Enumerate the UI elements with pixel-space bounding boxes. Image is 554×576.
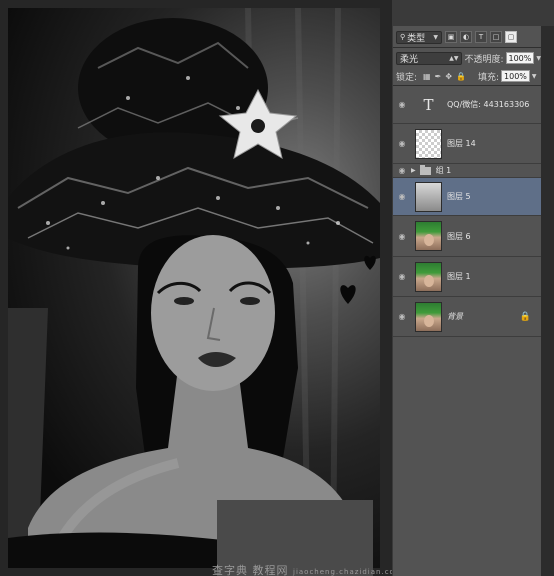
layer-name[interactable]: 组 1 <box>436 165 452 176</box>
type-filter-icon[interactable]: T <box>475 31 487 43</box>
visibility-eye-icon[interactable]: ◉ <box>395 100 409 109</box>
expand-arrow-icon[interactable]: ▶ <box>411 167 416 174</box>
opacity-input[interactable]: 100% <box>505 52 535 64</box>
fill-dropdown-icon[interactable]: ▼ <box>532 73 537 80</box>
panel-header-strip <box>392 0 554 26</box>
fill-label: 填充: <box>477 72 500 83</box>
panel-scroll-strip[interactable] <box>540 26 554 576</box>
opacity-dropdown-icon[interactable]: ▼ <box>536 55 541 62</box>
adjustment-filter-icon[interactable]: ◐ <box>460 31 472 43</box>
shape-filter-icon[interactable]: □ <box>490 31 502 43</box>
visibility-eye-icon[interactable]: ◉ <box>395 272 409 281</box>
layer-filter-row: ⚲ 类型 ▼ ▣ ◐ T □ ▢ <box>393 28 541 46</box>
lock-image-icon[interactable]: ✒ <box>435 72 442 81</box>
layer-row-6[interactable]: ◉ 图层 6 <box>393 216 541 257</box>
lock-position-icon[interactable]: ✥ <box>445 72 452 81</box>
lock-transparent-icon[interactable]: ▦ <box>423 72 431 81</box>
layer-thumbnail <box>415 261 442 292</box>
layer-name[interactable]: 图层 5 <box>447 191 471 202</box>
layer-thumbnail <box>415 181 442 212</box>
filter-kind-label: 类型 <box>407 33 426 44</box>
portrait-artwork <box>8 8 380 568</box>
lock-all-icon[interactable]: 🔒 <box>456 72 466 81</box>
filter-kind-dropdown[interactable]: ⚲ 类型 ▼ <box>396 30 442 44</box>
layer-thumbnail <box>415 301 442 332</box>
layer-row-text[interactable]: ◉ T QQ/微信: 443163306 <box>393 86 541 124</box>
layer-row-background[interactable]: ◉ 背景 🔒 <box>393 297 541 337</box>
chevron-down-icon: ▲▼ <box>449 54 459 62</box>
watermark-site: 查字典 <box>212 564 248 576</box>
layer-thumbnail <box>415 221 442 251</box>
layer-row-5[interactable]: ◉ 图层 5 <box>393 178 541 216</box>
visibility-eye-icon[interactable]: ◉ <box>395 232 409 241</box>
lock-label: 锁定: <box>396 72 418 83</box>
watermark-sub: 教程网 <box>252 564 289 576</box>
layers-panel: ⚲ 类型 ▼ ▣ ◐ T □ ▢ 柔光 ▲▼ 不透明度: 100% ▼ 锁定: … <box>392 26 541 576</box>
chevron-down-icon: ▼ <box>433 33 438 41</box>
layer-name[interactable]: 图层 6 <box>447 231 471 242</box>
watermark-url: jiaocheng.chazidian.com <box>293 568 392 576</box>
visibility-eye-icon[interactable]: ◉ <box>395 192 409 201</box>
layer-name[interactable]: 图层 14 <box>447 138 476 149</box>
layer-row-1[interactable]: ◉ 图层 1 <box>393 257 541 297</box>
watermark: 查字典 教程网 jiaocheng.chazidian.com <box>212 562 392 576</box>
layer-name[interactable]: QQ/微信: 443163306 <box>447 99 529 110</box>
search-icon: ⚲ <box>400 33 406 41</box>
layer-name[interactable]: 图层 1 <box>447 271 471 282</box>
photo-image <box>8 8 380 568</box>
layer-thumbnail <box>415 128 442 159</box>
visibility-eye-icon[interactable]: ◉ <box>395 312 409 321</box>
fill-input[interactable]: 100% <box>501 70 530 82</box>
layer-name[interactable]: 背景 <box>447 311 463 322</box>
folder-icon <box>419 164 431 175</box>
blend-mode-label: 柔光 <box>400 54 419 65</box>
lock-icon[interactable]: 🔒 <box>520 312 531 322</box>
blend-mode-dropdown[interactable]: 柔光 ▲▼ <box>396 51 463 65</box>
type-layer-icon: T <box>423 95 434 114</box>
lock-fill-row: 锁定: ▦ ✒ ✥ 🔒 填充: 100% ▼ <box>393 67 541 85</box>
layer-row-group[interactable]: ◉ ▶ 组 1 <box>393 164 541 178</box>
document-canvas[interactable]: 查字典 教程网 jiaocheng.chazidian.com <box>0 0 392 576</box>
smart-filter-icon[interactable]: ▢ <box>505 31 517 43</box>
image-filter-icon[interactable]: ▣ <box>445 31 457 43</box>
layer-row-14[interactable]: ◉ 图层 14 <box>393 124 541 164</box>
visibility-eye-icon[interactable]: ◉ <box>395 139 409 148</box>
divider <box>393 47 541 48</box>
visibility-eye-icon[interactable]: ◉ <box>395 166 409 175</box>
blend-opacity-row: 柔光 ▲▼ 不透明度: 100% ▼ <box>393 49 541 67</box>
opacity-label: 不透明度: <box>464 54 504 65</box>
